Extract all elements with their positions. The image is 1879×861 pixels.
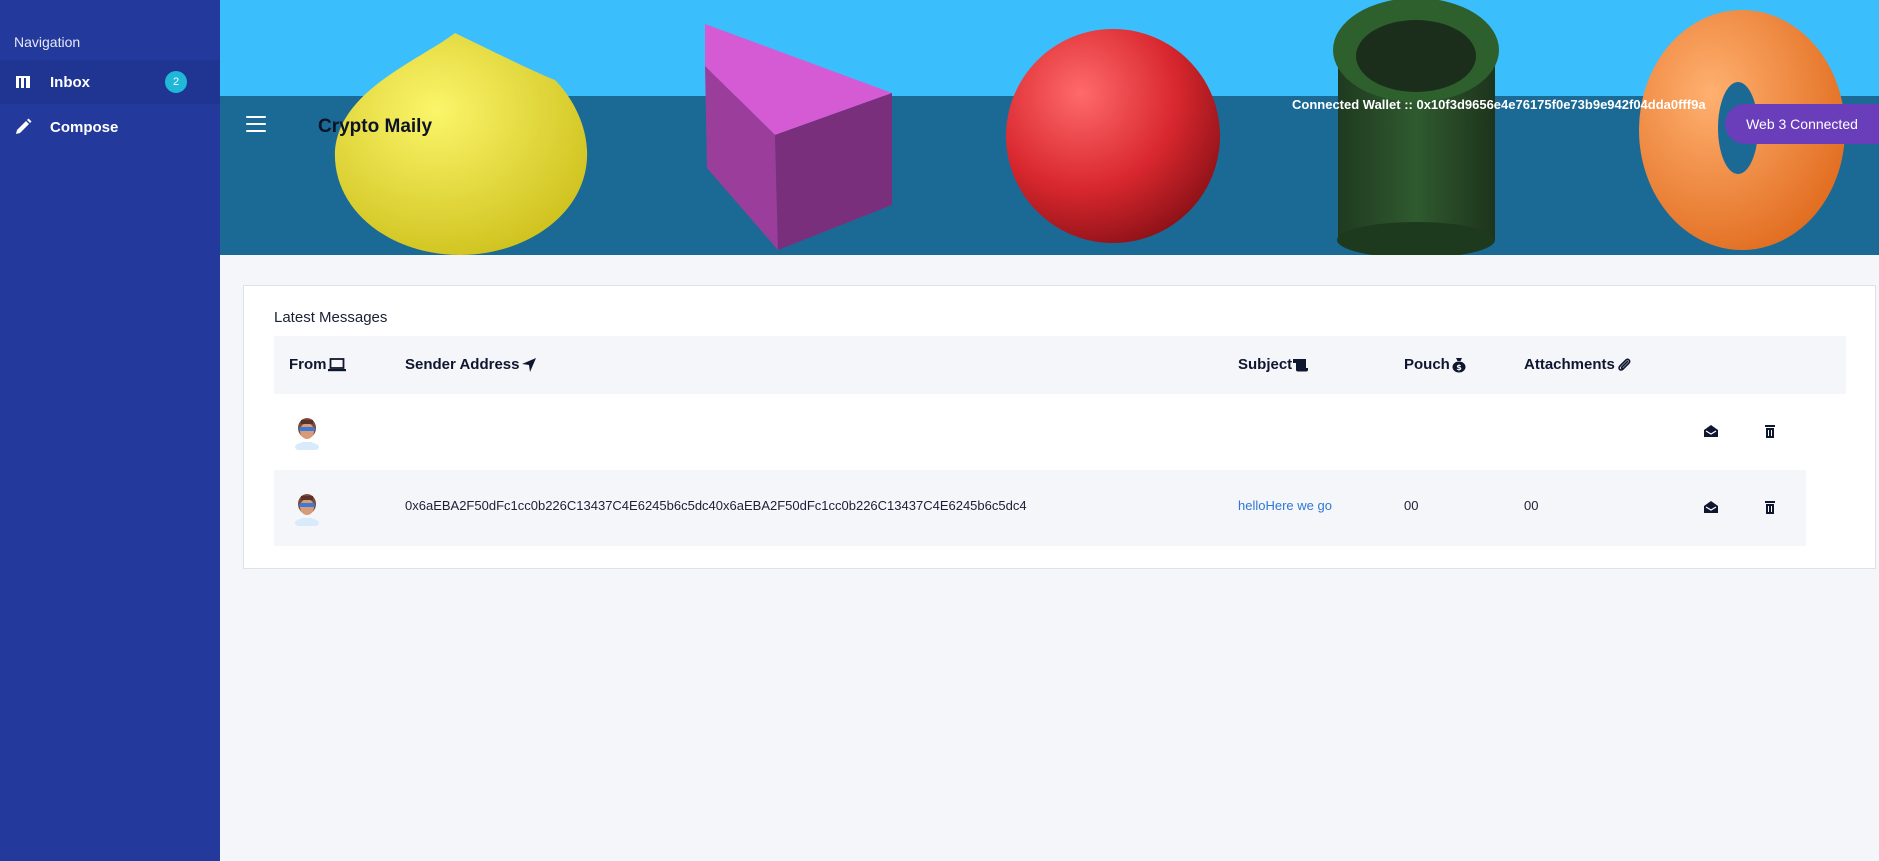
column-label: From — [289, 356, 327, 373]
app-title: Crypto Maily — [318, 116, 433, 137]
table-header: From Sender Address Subject Pouch $ Atta… — [274, 336, 1846, 394]
sidebar-item-label: Compose — [50, 118, 119, 136]
sidebar-item-inbox[interactable]: Inbox 2 — [0, 60, 220, 104]
inbox-icon — [14, 73, 32, 91]
inbox-count-badge: 2 — [165, 71, 187, 93]
column-sender-address: Sender Address — [405, 356, 537, 373]
location-arrow-icon — [521, 357, 536, 372]
column-pouch: Pouch $ — [1404, 356, 1467, 373]
latest-messages-card: Latest Messages From Sender Address Subj… — [243, 285, 1876, 569]
card-title: Latest Messages — [274, 309, 388, 326]
column-label: Sender Address — [405, 356, 520, 373]
attachments-value: 00 — [1524, 498, 1539, 513]
web3-connected-button[interactable]: Web 3 Connected — [1725, 104, 1879, 144]
column-from: From — [289, 356, 346, 373]
column-label: Attachments — [1524, 356, 1615, 373]
subject-link[interactable]: helloHere we go — [1238, 498, 1332, 513]
open-envelope-icon[interactable] — [1703, 499, 1719, 515]
menu-toggle-button[interactable] — [246, 116, 266, 132]
navigation-title: Navigation — [14, 34, 81, 50]
trash-icon[interactable] — [1762, 499, 1778, 515]
column-attachments: Attachments — [1524, 356, 1632, 373]
laptop-icon — [327, 357, 346, 371]
column-label: Pouch — [1404, 356, 1450, 373]
connected-wallet-text: Connected Wallet :: 0x10f3d9656e4e76175f… — [1292, 97, 1706, 112]
column-subject: Subject — [1238, 356, 1309, 373]
trash-icon[interactable] — [1762, 423, 1778, 439]
sidebar-item-label: Inbox — [50, 73, 90, 91]
open-envelope-icon[interactable] — [1703, 423, 1719, 439]
scroll-icon — [1293, 358, 1309, 371]
table-row[interactable] — [274, 394, 1806, 470]
column-label: Subject — [1238, 356, 1293, 373]
paperclip-icon — [1618, 358, 1631, 371]
sidebar-item-compose[interactable]: Compose — [0, 105, 220, 149]
money-bag-icon: $ — [1452, 357, 1466, 372]
svg-text:$: $ — [1456, 363, 1462, 372]
pouch-value: 00 — [1404, 498, 1419, 513]
avatar — [295, 418, 319, 450]
header-banner: Crypto Maily Connected Wallet :: 0x10f3d… — [220, 0, 1879, 255]
sender-address: 0x6aEBA2F50dFc1cc0b226C13437C4E6245b6c5d… — [405, 498, 1027, 513]
table-row[interactable]: 0x6aEBA2F50dFc1cc0b226C13437C4E6245b6c5d… — [274, 470, 1806, 546]
sidebar: Navigation Inbox 2 Compose — [0, 0, 220, 861]
avatar — [295, 494, 319, 526]
banner-illustration — [220, 0, 1879, 255]
pencil-icon — [14, 118, 32, 136]
